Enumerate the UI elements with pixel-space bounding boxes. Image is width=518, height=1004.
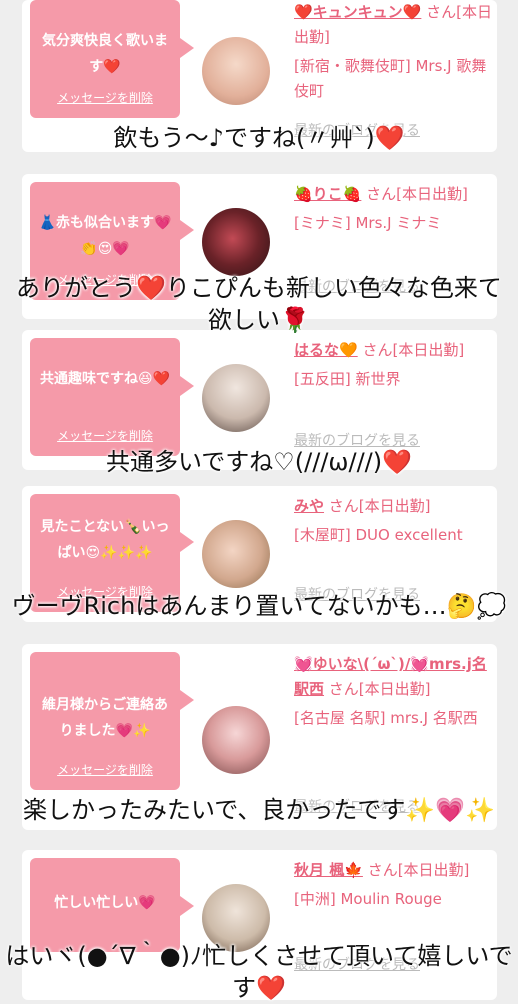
message-text: 気分爽快良く歌います❤️ [42,33,168,75]
avatar[interactable] [202,208,270,276]
caption-text: ありがとう❤️りこぴんも新しい色々な色来て欲しい🌹 [16,274,502,334]
message-text: 維月様からご連絡ありました💗✨ [42,697,168,739]
cast-name-link[interactable]: はるな🧡 [294,341,358,359]
cast-location: [木屋町] DUO excellent [294,526,463,544]
cast-suffix: さん[本日出勤] [362,341,465,359]
caption-text: 楽しかったみたいで、良かったです✨💗✨ [23,796,495,824]
cast-location: [名古屋 名駅] mrs.J 名駅西 [294,709,478,727]
cast-location: [五反田] 新世界 [294,370,401,388]
cast-info: はるな🧡 さん[本日出勤] [五反田] 新世界 [294,338,494,392]
message-bubble: 気分爽快良く歌います❤️ メッセージを削除 [30,0,194,118]
cast-name-link[interactable]: みや [294,497,324,515]
avatar[interactable] [202,364,270,432]
message-text: 忙しい忙しい💗 [54,895,156,911]
message-text: 👗赤も似合います💗👏😍💗 [38,215,172,257]
caption-text: はいヾ(●´∇｀●)ﾉ忙しくさせて頂いて嬉しいです❤️ [5,942,513,1002]
cast-suffix: さん[本日出勤] [366,185,468,203]
caption-text: 飲もう〜♪ですね(〃艸`)❤️ [113,124,405,152]
cast-name-link[interactable]: 秋月 楓🍁 [294,861,363,879]
cast-name-link[interactable]: 🍓りこ🍓 [294,185,361,203]
delete-message-link[interactable]: メッセージを削除 [30,89,180,106]
cast-suffix: さん[本日出勤] [328,680,431,698]
cast-suffix: さん[本日出勤] [328,497,431,515]
cast-suffix: さん[本日出勤] [367,861,470,879]
avatar[interactable] [202,706,270,774]
message-bubble: 維月様からご連絡ありました💗✨ メッセージを削除 [30,652,194,790]
cast-info: 秋月 楓🍁 さん[本日出勤] [中洲] Moulin Rouge [294,858,494,912]
message-text: 見たことない🍾いっぱい😍✨✨✨ [40,519,170,561]
cast-name-link[interactable]: ❤️キュンキュン❤️ [294,3,421,21]
caption-text: 共通多いですね♡(///ω///)❤️ [105,448,413,476]
cast-info: みや さん[本日出勤] [木屋町] DUO excellent [294,494,494,548]
cast-location: [中洲] Moulin Rouge [294,890,442,908]
delete-message-link[interactable]: メッセージを削除 [30,761,180,778]
avatar[interactable] [202,520,270,588]
cast-info: 💓ゆいな\(´ω`)/💓mrs.j名駅西 さん[本日出勤] [名古屋 名駅] m… [294,652,494,731]
message-bubble: 共通趣味ですね😆❤️ メッセージを削除 [30,338,194,456]
avatar[interactable] [202,37,270,105]
caption-text: ヴーヴRichはあんまり置いてないかも…🤔💭 [11,592,507,620]
message-text: 共通趣味ですね😆❤️ [39,371,171,387]
delete-message-link[interactable]: メッセージを削除 [30,427,180,444]
message-bubble: 忙しい忙しい💗 [30,858,194,952]
cast-location: [新宿・歌舞伎町] Mrs.J 歌舞伎町 [294,57,487,100]
cast-location: [ミナミ] Mrs.J ミナミ [294,214,442,232]
cast-info: 🍓りこ🍓 さん[本日出勤] [ミナミ] Mrs.J ミナミ [294,182,494,236]
cast-info: ❤️キュンキュン❤️ さん[本日出勤] [新宿・歌舞伎町] Mrs.J 歌舞伎町 [294,0,494,104]
